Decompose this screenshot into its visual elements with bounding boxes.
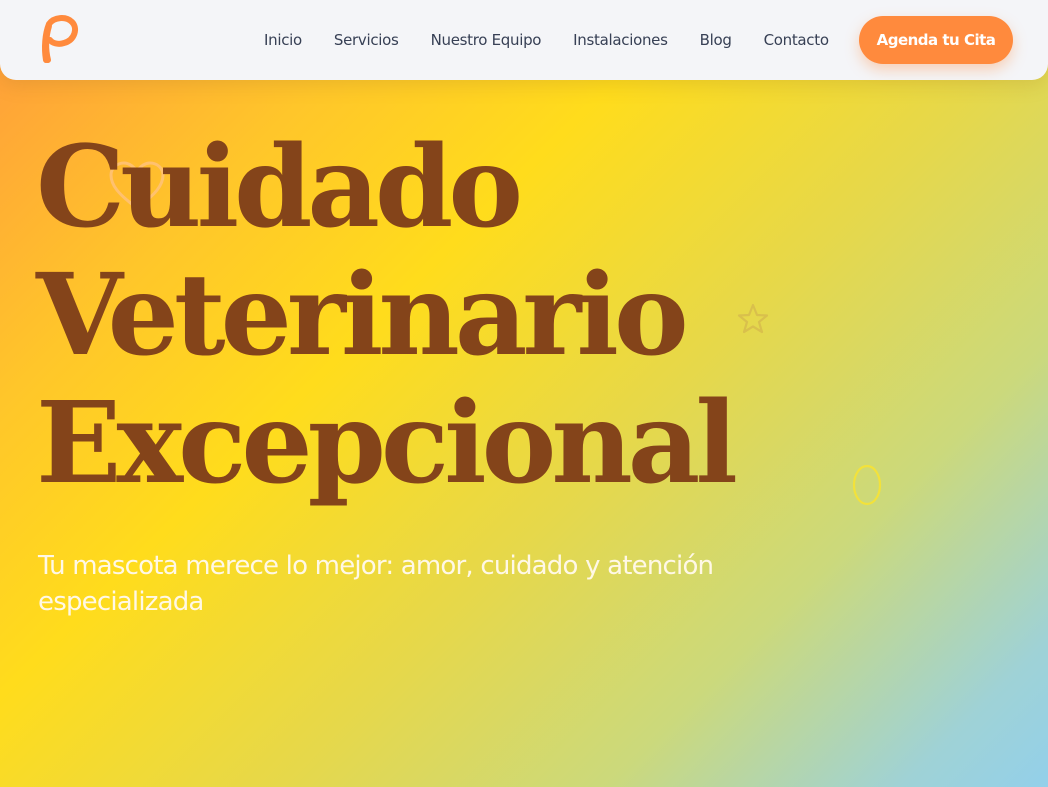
nav-link-instalaciones[interactable]: Instalaciones: [573, 31, 668, 49]
oval-outline-icon: [852, 464, 882, 506]
nav-link-nuestro-equipo[interactable]: Nuestro Equipo: [431, 31, 542, 49]
hero-subtitle: Tu mascota merece lo mejor: amor, cuidad…: [38, 551, 714, 617]
book-appointment-button[interactable]: Agenda tu Cita: [859, 16, 1013, 64]
nav-link-blog[interactable]: Blog: [700, 31, 732, 49]
hero-title: Cuidado Veterinario Excepcional: [36, 124, 796, 508]
hero-title-line: Cuidado: [36, 122, 523, 253]
nav-link-servicios[interactable]: Servicios: [334, 31, 399, 49]
logo-icon[interactable]: [36, 14, 80, 66]
main-nav: Inicio Servicios Nuestro Equipo Instalac…: [248, 0, 845, 80]
navbar: Inicio Servicios Nuestro Equipo Instalac…: [0, 0, 1048, 80]
hero-title-line: Veterinario: [36, 250, 689, 381]
nav-link-contacto[interactable]: Contacto: [764, 31, 829, 49]
nav-link-inicio[interactable]: Inicio: [264, 31, 302, 49]
hero-title-line: Excepcional: [36, 378, 738, 509]
